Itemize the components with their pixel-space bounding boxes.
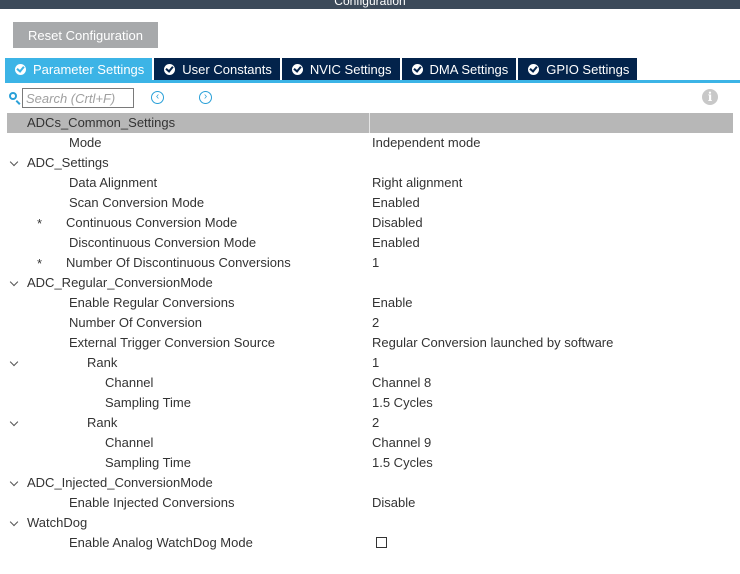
chevron-down-icon[interactable]: [9, 277, 19, 287]
tab-user-constants[interactable]: User Constants: [154, 58, 280, 80]
tab-parameter-settings[interactable]: Parameter Settings: [5, 58, 153, 80]
param-name: Number Of Conversion: [69, 315, 202, 330]
group-title: ADCs_Common_Settings: [27, 115, 176, 130]
info-icon[interactable]: i: [702, 89, 718, 105]
tab-nvic-settings[interactable]: NVIC Settings: [281, 58, 400, 80]
param-value[interactable]: Regular Conversion launched by software: [372, 333, 613, 353]
param-row-enable-analog-watchdog-mode[interactable]: Enable Analog WatchDog Mode: [7, 533, 733, 553]
param-row-external-trigger-conversion-source[interactable]: External Trigger Conversion Source Regul…: [7, 333, 733, 353]
param-row-enable-regular-conversions[interactable]: Enable Regular Conversions Enable: [7, 293, 733, 313]
column-divider: [369, 113, 370, 133]
param-name: Mode: [69, 135, 102, 150]
param-value[interactable]: 1.5 Cycles: [372, 453, 433, 473]
modified-marker: *: [37, 256, 43, 271]
param-value[interactable]: 1: [372, 253, 379, 273]
param-row-continuous-conversion-mode[interactable]: * Continuous Conversion Mode Disabled: [7, 213, 733, 233]
tab-label: NVIC Settings: [309, 61, 392, 77]
param-row-scan-conversion-mode[interactable]: Scan Conversion Mode Enabled: [7, 193, 733, 213]
param-name: Scan Conversion Mode: [69, 195, 205, 210]
modified-marker: *: [37, 216, 43, 231]
window-title: Configuration: [334, 0, 406, 8]
tab-gpio-settings[interactable]: GPIO Settings: [518, 58, 638, 80]
group-title: ADC_Regular_ConversionMode: [27, 275, 213, 290]
param-row-rank-2-channel[interactable]: Channel Channel 9: [7, 433, 733, 453]
param-value[interactable]: Disable: [372, 493, 415, 513]
param-value[interactable]: 2: [372, 413, 379, 433]
check-circle-icon: [291, 63, 303, 75]
param-value[interactable]: Independent mode: [372, 133, 480, 153]
param-row-rank-1-channel[interactable]: Channel Channel 8: [7, 373, 733, 393]
chevron-right-circle-icon[interactable]: ›: [199, 91, 212, 104]
param-value[interactable]: Channel 9: [372, 433, 431, 453]
param-row-rank-1[interactable]: Rank 1: [7, 353, 733, 373]
window-titlebar: Configuration: [0, 0, 740, 9]
chevron-left-circle-icon[interactable]: ‹: [151, 91, 164, 104]
param-name: Data Alignment: [69, 175, 158, 190]
group-adcs-common-settings[interactable]: ADCs_Common_Settings: [7, 113, 733, 133]
param-row-rank-2-sampling-time[interactable]: Sampling Time 1.5 Cycles: [7, 453, 733, 473]
param-row-mode[interactable]: Mode Independent mode: [7, 133, 733, 153]
check-circle-icon: [164, 63, 176, 75]
tab-label: Parameter Settings: [33, 61, 145, 77]
param-name: External Trigger Conversion Source: [69, 335, 275, 350]
chevron-down-icon[interactable]: [9, 517, 19, 527]
param-value[interactable]: Enabled: [372, 193, 420, 213]
param-value[interactable]: Enable: [372, 293, 412, 313]
chevron-down-icon[interactable]: [9, 417, 19, 427]
param-value[interactable]: 1.5 Cycles: [372, 393, 433, 413]
param-value[interactable]: Enabled: [372, 233, 420, 253]
group-adc-settings[interactable]: ADC_Settings: [7, 153, 733, 173]
chevron-down-icon[interactable]: [9, 157, 19, 167]
param-row-number-of-conversion[interactable]: Number Of Conversion 2: [7, 313, 733, 333]
tab-label: User Constants: [182, 61, 272, 77]
search-input[interactable]: [22, 88, 134, 108]
tab-underline: [5, 80, 740, 83]
param-name: Sampling Time: [105, 395, 191, 410]
param-row-data-alignment[interactable]: Data Alignment Right alignment: [7, 173, 733, 193]
param-value[interactable]: Right alignment: [372, 173, 462, 193]
param-row-enable-injected-conversions[interactable]: Enable Injected Conversions Disable: [7, 493, 733, 513]
group-adc-injected-conversionmode[interactable]: ADC_Injected_ConversionMode: [7, 473, 733, 493]
check-circle-icon: [528, 63, 540, 75]
tab-label: DMA Settings: [429, 61, 509, 77]
tab-label: GPIO Settings: [546, 61, 630, 77]
param-value[interactable]: 2: [372, 313, 379, 333]
parameter-tree: ADCs_Common_Settings Mode Independent mo…: [7, 113, 733, 553]
param-value[interactable]: 1: [372, 353, 379, 373]
group-title: WatchDog: [27, 515, 88, 530]
param-name: Enable Regular Conversions: [69, 295, 235, 310]
param-value[interactable]: Channel 8: [372, 373, 431, 393]
chevron-down-icon[interactable]: [9, 357, 19, 367]
param-name: Enable Injected Conversions: [69, 495, 235, 510]
check-circle-icon: [15, 63, 26, 75]
group-title: ADC_Settings: [27, 155, 109, 170]
param-value[interactable]: Disabled: [372, 213, 423, 233]
reset-configuration-button[interactable]: Reset Configuration: [13, 22, 158, 48]
param-name: Rank: [87, 355, 118, 370]
param-row-number-of-discontinuous-conversions[interactable]: * Number Of Discontinuous Conversions 1: [7, 253, 733, 273]
param-name: Continuous Conversion Mode: [66, 215, 238, 230]
chevron-down-icon[interactable]: [9, 477, 19, 487]
check-circle-icon: [411, 63, 423, 75]
param-row-discontinuous-conversion-mode[interactable]: Discontinuous Conversion Mode Enabled: [7, 233, 733, 253]
group-title: ADC_Injected_ConversionMode: [27, 475, 213, 490]
tab-dma-settings[interactable]: DMA Settings: [401, 58, 517, 80]
param-row-rank-2[interactable]: Rank 2: [7, 413, 733, 433]
param-name: Discontinuous Conversion Mode: [69, 235, 257, 250]
group-adc-regular-conversionmode[interactable]: ADC_Regular_ConversionMode: [7, 273, 733, 293]
search-icon: [9, 92, 17, 100]
param-name: Sampling Time: [105, 455, 191, 470]
enable-analog-watchdog-checkbox[interactable]: [376, 537, 387, 548]
param-row-rank-1-sampling-time[interactable]: Sampling Time 1.5 Cycles: [7, 393, 733, 413]
param-name: Channel: [105, 435, 154, 450]
param-name: Rank: [87, 415, 118, 430]
param-name: Enable Analog WatchDog Mode: [69, 535, 253, 550]
param-name: Channel: [105, 375, 154, 390]
tab-bar: Parameter Settings User Constants NVIC S…: [5, 58, 639, 80]
search-toolbar: ‹ › i: [0, 87, 740, 109]
group-watchdog[interactable]: WatchDog: [7, 513, 733, 533]
param-name: Number Of Discontinuous Conversions: [66, 255, 291, 270]
